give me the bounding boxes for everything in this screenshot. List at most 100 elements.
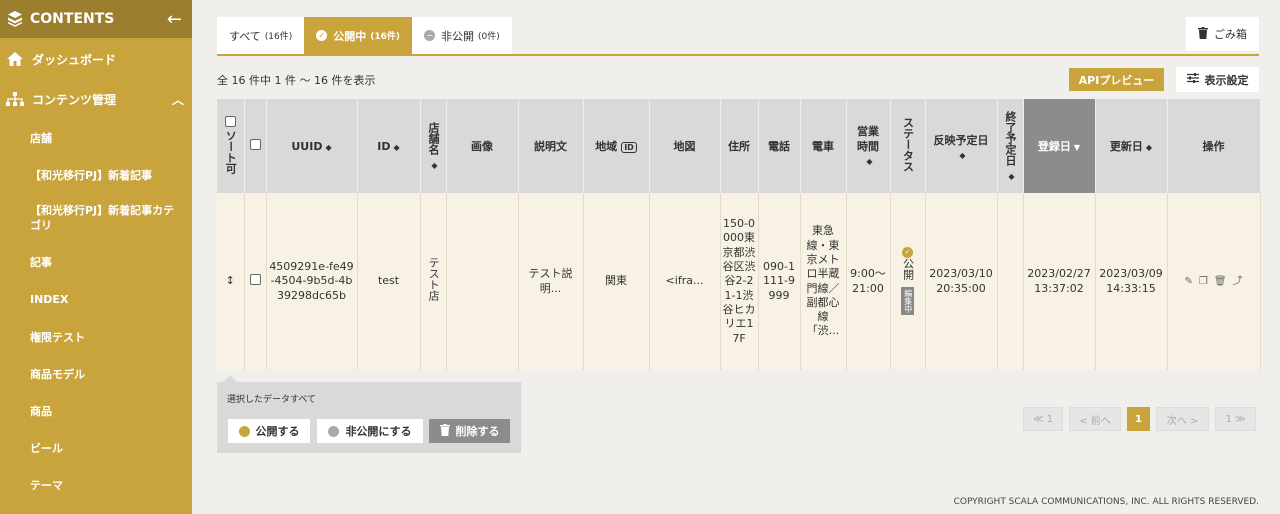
sidebar-sub-item[interactable]: 記事 — [0, 243, 192, 281]
sort-icon: ◆ — [959, 150, 966, 160]
col-sort[interactable]: ソート可 — [217, 99, 245, 193]
col-hours[interactable]: 営業時間 ◆ — [846, 99, 891, 193]
col-id[interactable]: ID ◆ — [357, 99, 421, 193]
sidebar-sub-item[interactable]: 権限テスト — [0, 318, 192, 355]
sidebar-sub-item[interactable]: ビール — [0, 429, 192, 466]
sidebar-item-content-management[interactable]: コンテンツ管理 ︿ — [0, 79, 192, 119]
col-label: 電車 — [812, 140, 834, 153]
check-circle-icon — [238, 425, 250, 437]
col-train: 電車 — [800, 99, 847, 193]
sidebar-title: CONTENTS — [30, 11, 115, 27]
cell-description: テスト説明... — [518, 193, 584, 370]
bulk-actions-panel: 選択したデータすべて 公開する 非公開にする 削除する — [217, 375, 521, 453]
bulk-delete-button[interactable]: 削除する — [429, 419, 510, 443]
trash-icon[interactable]: 🗑 — [1214, 276, 1227, 287]
sort-icon: ◆ — [393, 142, 400, 152]
col-label: 反映予定日 — [933, 133, 989, 147]
minus-circle-icon — [328, 425, 340, 437]
pagination-last[interactable]: 1 ≫ — [1215, 407, 1256, 431]
drag-handle-icon[interactable]: ↕ — [217, 193, 245, 370]
panel-caret — [223, 375, 237, 382]
pagination-first[interactable]: ≪ 1 — [1023, 407, 1063, 431]
minus-circle-icon: − — [424, 30, 436, 41]
button-label: 非公開にする — [345, 425, 412, 438]
sidebar-sub-item[interactable]: 【和光移行PJ】新着記事カテゴリ — [0, 193, 192, 243]
table-row[interactable]: ↕ 4509291e-fe49-4504-9b5d-4b39298dc65b t… — [217, 193, 1261, 370]
status-tabs: すべて (16件) ✓ 公開中 (16件) − 非公開 (0件) — [217, 17, 512, 54]
collapse-arrow-icon[interactable]: ← — [167, 9, 182, 30]
content-table: ソート可 UUID ◆ ID ◆ 店舗名 ◆ 画像 説明文 地域 ID 地図 住所 電話… — [217, 99, 1261, 370]
sidebar-sub-item[interactable]: INDEX — [0, 281, 192, 318]
sidebar-sub-item[interactable]: 店舗 — [0, 119, 192, 157]
sidebar-sub-label: 商品 — [30, 404, 52, 418]
bulk-publish-button[interactable]: 公開する — [228, 419, 310, 443]
cell-map: <ifra... — [649, 193, 721, 370]
sidebar-sub-label: 記事 — [30, 256, 52, 269]
col-updated[interactable]: 更新日 ◆ — [1095, 99, 1168, 193]
check-circle-icon: ✓ — [902, 247, 913, 259]
sort-icon: ◆ — [1008, 171, 1015, 181]
cell-updated: 2023/03/09 14:33:15 — [1095, 193, 1168, 370]
sidebar-sub-item[interactable]: 商品モデル — [0, 355, 192, 392]
id-badge-icon[interactable]: ID — [621, 142, 637, 153]
check-circle-icon: ✓ — [316, 30, 328, 41]
col-label: 営業時間 — [857, 125, 879, 153]
col-image: 画像 — [446, 99, 519, 193]
tab-count: (0件) — [478, 32, 500, 42]
cell-id: test — [357, 193, 421, 370]
trash-icon — [1198, 26, 1208, 42]
sidebar-item-label: ダッシュボード — [32, 52, 117, 67]
copy-icon[interactable]: ❐ — [1199, 276, 1208, 287]
cell-image — [446, 193, 519, 370]
sidebar-sub-item[interactable]: 【和光移行PJ】新着記事 — [0, 157, 192, 193]
result-summary: 全 16 件中 1 件 〜 16 件を表示 — [217, 74, 376, 87]
col-registered[interactable]: 登録日 ▼ — [1023, 99, 1096, 193]
pagination-next[interactable]: 次へ > — [1156, 407, 1209, 431]
tab-label: 公開中 — [333, 29, 367, 43]
button-label: 削除する — [455, 425, 500, 438]
sidebar-sub-item[interactable]: 商品 — [0, 392, 192, 429]
tab-count: (16件) — [264, 32, 293, 42]
col-scheduled[interactable]: 反映予定日 ◆ — [925, 99, 998, 193]
pagination-prev[interactable]: < 前へ — [1069, 407, 1121, 431]
button-label: 公開する — [255, 425, 300, 438]
select-all-checkbox[interactable] — [249, 139, 261, 150]
tab-label: 非公開 — [441, 29, 475, 43]
col-select[interactable] — [244, 99, 267, 193]
sidebar-header: CONTENTS ← — [0, 0, 192, 38]
trash-icon — [439, 423, 450, 439]
api-preview-button[interactable]: APIプレビュー — [1069, 68, 1164, 91]
sidebar-sub-item[interactable]: テーマ — [0, 466, 192, 503]
col-end-scheduled[interactable]: 終了予定日 ◆ — [997, 99, 1024, 193]
store-name-text: テスト店 — [427, 257, 441, 302]
col-label: 店舗名 — [427, 121, 440, 155]
row-checkbox[interactable] — [249, 273, 261, 285]
bulk-unpublish-button[interactable]: 非公開にする — [317, 419, 423, 443]
share-icon[interactable]: ⤴ — [1233, 276, 1243, 287]
bulk-label: 選択したデータすべて — [227, 395, 317, 405]
pagination-current[interactable]: 1 — [1127, 407, 1150, 431]
col-uuid[interactable]: UUID ◆ — [266, 99, 358, 193]
col-actions: 操作 — [1167, 99, 1261, 193]
sidebar: CONTENTS ← ダッシュボード コンテンツ管理 ︿ 店舗 【和光移行PJ】… — [0, 0, 192, 514]
cell-address: 150-0000東京都渋谷区渋谷2-21-1渋谷ヒカリエ17F — [720, 193, 759, 370]
cell-train: 東急線・東京メトロ半蔵門線／副都心線「渋... — [800, 193, 847, 370]
sort-toggle-checkbox[interactable] — [224, 115, 236, 127]
display-settings-button[interactable]: 表示設定 — [1176, 67, 1259, 92]
chevron-up-icon[interactable]: ︿ — [172, 91, 184, 108]
col-store-name[interactable]: 店舗名 ◆ — [420, 99, 447, 193]
edit-icon[interactable]: ✎ — [1184, 276, 1192, 287]
col-label: 更新日 — [1109, 140, 1143, 153]
sidebar-item-dashboard[interactable]: ダッシュボード — [0, 39, 192, 79]
cell-region: 関東 — [583, 193, 650, 370]
trash-button[interactable]: ごみ箱 — [1186, 17, 1259, 51]
tab-unpublished[interactable]: − 非公開 (0件) — [412, 17, 512, 54]
sort-desc-icon: ▼ — [1073, 143, 1081, 152]
cell-select[interactable] — [244, 193, 267, 370]
cell-scheduled: 2023/03/10 20:35:00 — [925, 193, 998, 370]
tab-published[interactable]: ✓ 公開中 (16件) — [304, 17, 413, 54]
sidebar-item-label: コンテンツ管理 — [32, 92, 117, 107]
tab-all[interactable]: すべて (16件) — [217, 17, 305, 54]
sidebar-sub-label: INDEX — [30, 293, 69, 306]
col-label: 画像 — [471, 140, 493, 153]
